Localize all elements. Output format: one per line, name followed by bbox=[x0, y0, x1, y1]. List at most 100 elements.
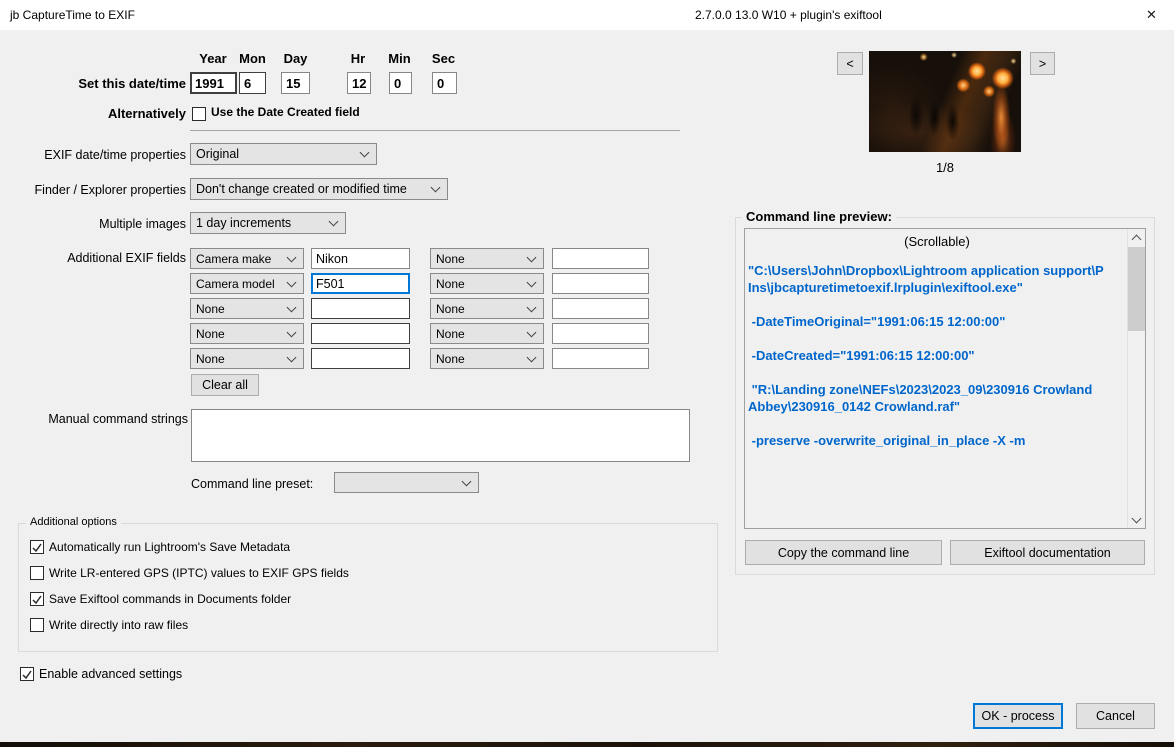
command-preset-label: Command line preset: bbox=[191, 477, 314, 491]
cancel-button[interactable]: Cancel bbox=[1076, 703, 1155, 729]
exif-field-select-r3[interactable]: None bbox=[430, 298, 544, 319]
option-save-commands-checkbox[interactable] bbox=[30, 592, 44, 606]
titlebar: jb CaptureTime to EXIF 2.7.0.0 13.0 W10 … bbox=[0, 0, 1174, 30]
additional-options-title: Additional options bbox=[26, 516, 121, 528]
image-thumbnail bbox=[869, 51, 1021, 152]
exif-field-select-l1[interactable]: Camera make bbox=[190, 248, 304, 269]
option-save-commands-label: Save Exiftool commands in Documents fold… bbox=[49, 592, 292, 606]
exif-field-select-l3[interactable]: None bbox=[190, 298, 304, 319]
background-strip bbox=[0, 742, 1174, 747]
month-input[interactable] bbox=[239, 72, 266, 94]
exif-field-value-r2: None bbox=[436, 276, 465, 291]
exif-field-value-r1: None bbox=[436, 251, 465, 266]
scrollable-note: (Scrollable) bbox=[904, 234, 970, 249]
multiple-images-label: Multiple images bbox=[99, 217, 186, 231]
close-icon[interactable]: ✕ bbox=[1129, 0, 1174, 30]
option-save-metadata-label: Automatically run Lightroom's Save Metad… bbox=[49, 540, 291, 554]
exif-field-select-l5[interactable]: None bbox=[190, 348, 304, 369]
option-gps-checkbox[interactable] bbox=[30, 566, 44, 580]
hour-input[interactable] bbox=[347, 72, 371, 94]
year-input[interactable] bbox=[190, 72, 237, 94]
ok-process-button[interactable]: OK - process bbox=[973, 703, 1063, 729]
exif-value-input-r2[interactable] bbox=[552, 273, 649, 294]
exif-field-select-l4[interactable]: None bbox=[190, 323, 304, 344]
image-counter: 1/8 bbox=[935, 160, 955, 175]
minute-input[interactable] bbox=[389, 72, 412, 94]
use-date-created-checkbox[interactable] bbox=[192, 107, 206, 121]
command-line-filepath: "R:\Landing zone\NEFs\2023\2023_09\23091… bbox=[748, 382, 1093, 414]
exif-properties-label: EXIF date/time properties bbox=[44, 148, 186, 162]
window-title: jb CaptureTime to EXIF bbox=[10, 8, 135, 22]
header-mon: Mon bbox=[239, 51, 266, 66]
dialog-window: jb CaptureTime to EXIF 2.7.0.0 13.0 W10 … bbox=[0, 0, 1174, 742]
exif-value-input-l5[interactable] bbox=[311, 348, 410, 369]
exif-value-input-l1[interactable] bbox=[311, 248, 410, 269]
exif-field-value-l2: Camera model bbox=[196, 276, 275, 291]
set-datetime-label: Set this date/time bbox=[78, 76, 186, 91]
scrollbar-thumb[interactable] bbox=[1128, 247, 1145, 331]
finder-properties-label: Finder / Explorer properties bbox=[34, 183, 186, 197]
exif-field-value-r5: None bbox=[436, 351, 465, 366]
exif-value-input-l4[interactable] bbox=[311, 323, 410, 344]
use-date-created-label: Use the Date Created field bbox=[211, 105, 360, 119]
exif-field-select-r4[interactable]: None bbox=[430, 323, 544, 344]
command-line-exiftool-path: "C:\Users\John\Dropbox\Lightroom applica… bbox=[748, 263, 1104, 295]
clear-all-button[interactable]: Clear all bbox=[191, 374, 259, 396]
scroll-down-icon[interactable] bbox=[1128, 511, 1145, 528]
manual-command-label: Manual command strings bbox=[48, 412, 188, 426]
option-save-metadata-checkbox[interactable] bbox=[30, 540, 44, 554]
header-year: Year bbox=[199, 51, 227, 66]
command-preview-title: Command line preview: bbox=[742, 209, 896, 224]
multiple-images-select[interactable]: 1 day increments bbox=[190, 212, 346, 234]
next-image-button[interactable]: > bbox=[1030, 52, 1055, 75]
exiftool-docs-button[interactable]: Exiftool documentation bbox=[950, 540, 1145, 565]
prev-image-button[interactable]: < bbox=[837, 52, 863, 75]
command-preview-panel[interactable]: (Scrollable) "C:\Users\John\Dropbox\Ligh… bbox=[744, 228, 1146, 529]
exif-field-value-l5: None bbox=[196, 351, 225, 366]
command-preview-text: (Scrollable) "C:\Users\John\Dropbox\Ligh… bbox=[748, 233, 1126, 466]
version-label: 2.7.0.0 13.0 W10 + plugin's exiftool bbox=[695, 8, 882, 22]
exif-properties-value: Original bbox=[196, 147, 240, 161]
option-gps-label: Write LR-entered GPS (IPTC) values to EX… bbox=[49, 566, 349, 580]
command-line-datetimeoriginal: -DateTimeOriginal="1991:06:15 12:00:00" bbox=[748, 314, 1006, 329]
finder-properties-value: Don't change created or modified time bbox=[196, 182, 407, 196]
copy-command-button[interactable]: Copy the command line bbox=[745, 540, 942, 565]
command-line-flags: -preserve -overwrite_original_in_place -… bbox=[748, 433, 1026, 448]
exif-field-value-r4: None bbox=[436, 326, 465, 341]
option-write-raw-checkbox[interactable] bbox=[30, 618, 44, 632]
exif-field-value-l1: Camera make bbox=[196, 251, 272, 266]
second-input[interactable] bbox=[432, 72, 457, 94]
additional-exif-label: Additional EXIF fields bbox=[67, 251, 186, 265]
header-min: Min bbox=[388, 51, 411, 66]
scroll-up-icon[interactable] bbox=[1128, 229, 1145, 246]
header-hr: Hr bbox=[350, 51, 366, 66]
finder-properties-select[interactable]: Don't change created or modified time bbox=[190, 178, 448, 200]
exif-value-input-r1[interactable] bbox=[552, 248, 649, 269]
exif-value-input-r3[interactable] bbox=[552, 298, 649, 319]
command-preset-select[interactable] bbox=[334, 472, 479, 493]
preview-scrollbar[interactable] bbox=[1127, 229, 1145, 528]
exif-value-input-l2[interactable] bbox=[311, 273, 410, 294]
exif-value-input-l3[interactable] bbox=[311, 298, 410, 319]
day-input[interactable] bbox=[281, 72, 310, 94]
enable-advanced-checkbox[interactable] bbox=[20, 667, 34, 681]
multiple-images-value: 1 day increments bbox=[196, 216, 292, 230]
exif-field-value-l4: None bbox=[196, 326, 225, 341]
enable-advanced-label: Enable advanced settings bbox=[39, 667, 183, 681]
header-day: Day bbox=[283, 51, 308, 66]
exif-field-select-l2[interactable]: Camera model bbox=[190, 273, 304, 294]
exif-value-input-r4[interactable] bbox=[552, 323, 649, 344]
exif-field-value-l3: None bbox=[196, 301, 225, 316]
exif-field-select-r1[interactable]: None bbox=[430, 248, 544, 269]
exif-value-input-r5[interactable] bbox=[552, 348, 649, 369]
exif-properties-select[interactable]: Original bbox=[190, 143, 377, 165]
option-write-raw-label: Write directly into raw files bbox=[49, 618, 189, 632]
alternatively-label: Alternatively bbox=[107, 106, 186, 121]
command-line-datecreated: -DateCreated="1991:06:15 12:00:00" bbox=[748, 348, 975, 363]
header-sec: Sec bbox=[431, 51, 456, 66]
exif-field-select-r2[interactable]: None bbox=[430, 273, 544, 294]
divider bbox=[190, 130, 680, 131]
exif-field-value-r3: None bbox=[436, 301, 465, 316]
exif-field-select-r5[interactable]: None bbox=[430, 348, 544, 369]
manual-command-input[interactable] bbox=[191, 409, 690, 462]
